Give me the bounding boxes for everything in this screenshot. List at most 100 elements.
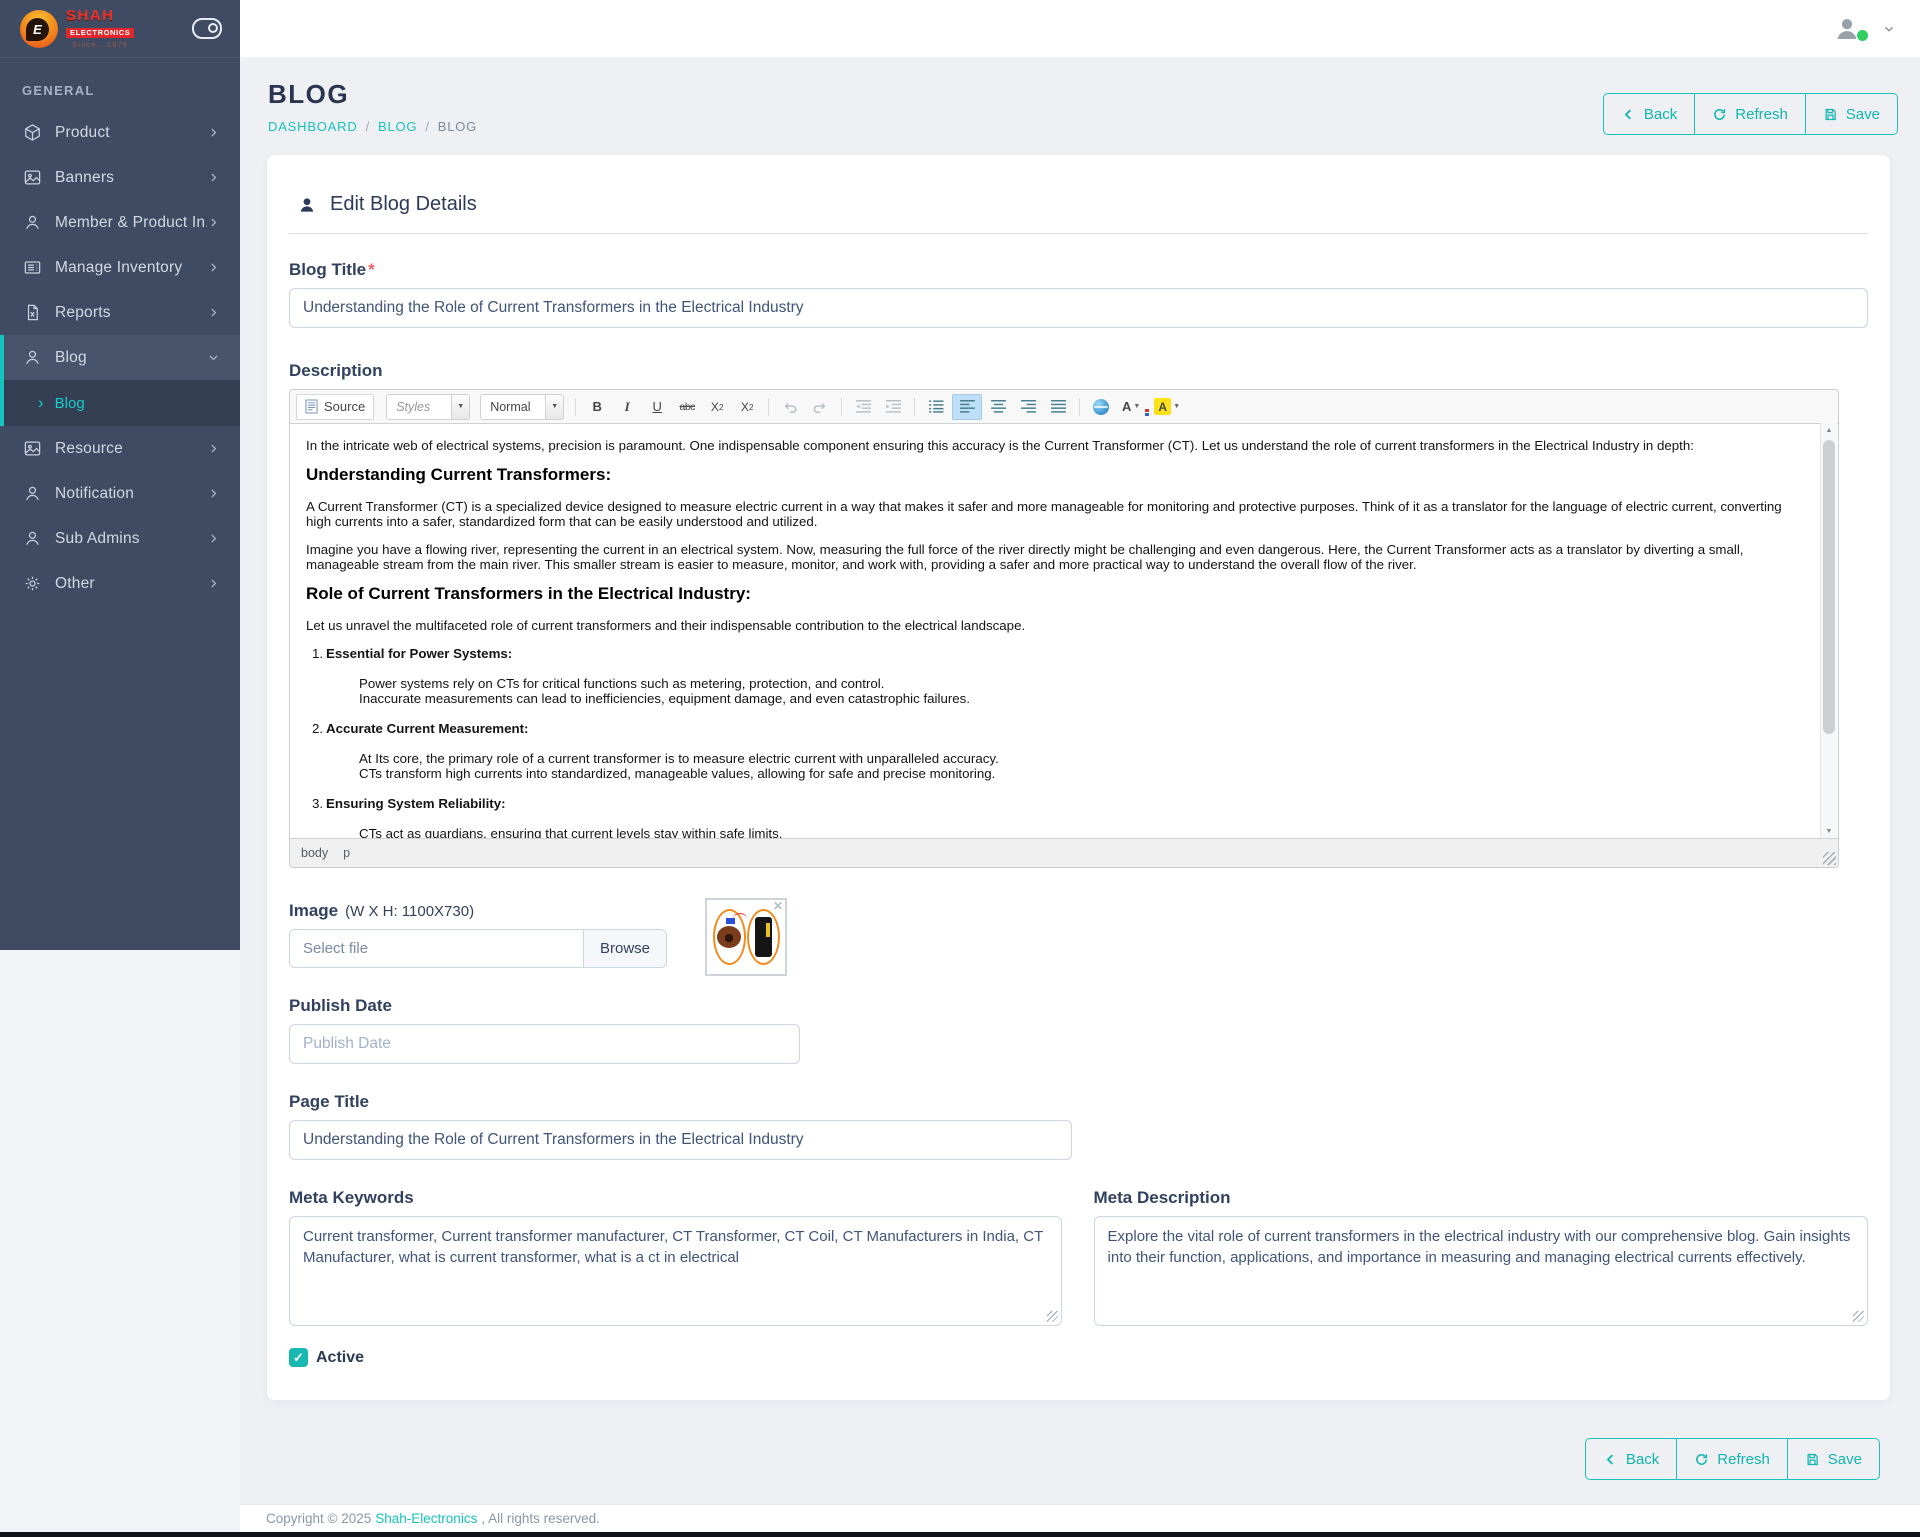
image-icon bbox=[22, 168, 42, 187]
align-right-button[interactable] bbox=[1014, 395, 1042, 419]
refresh-icon bbox=[1714, 108, 1726, 120]
sidebar-item-product[interactable]: Product bbox=[0, 110, 240, 155]
top-action-buttons: Back Refresh Save bbox=[1602, 93, 1898, 135]
undo-button[interactable] bbox=[776, 395, 804, 419]
numbered-list-button[interactable] bbox=[922, 395, 950, 419]
page-title-label: Page Title bbox=[289, 1092, 369, 1111]
indent-button[interactable] bbox=[879, 395, 907, 419]
justify-button[interactable] bbox=[1044, 395, 1072, 419]
toolbar-separator bbox=[768, 397, 770, 416]
format-dropdown[interactable]: Normal ▼ bbox=[480, 393, 565, 420]
chevron-right-icon bbox=[207, 532, 220, 545]
italic-button[interactable]: I bbox=[613, 395, 641, 419]
sidebar-item-member-product-in[interactable]: Member & Product In... bbox=[0, 200, 240, 245]
sidebar-header: E SHAH ELECTRONICS Since...1976 bbox=[0, 0, 240, 58]
edit-blog-card: Edit Blog Details Blog Title * Understand… bbox=[267, 155, 1890, 1400]
back-button[interactable]: Back bbox=[1584, 1438, 1678, 1480]
blog-title-label: Blog Title * bbox=[289, 260, 375, 279]
list-item-line: Power systems rely on CTs for critical f… bbox=[359, 676, 885, 691]
superscript-button[interactable]: X2 bbox=[733, 395, 761, 419]
thumbnail-ct-right bbox=[746, 909, 780, 965]
sidebar-submenu: › Blog bbox=[4, 380, 240, 426]
source-button[interactable]: Source bbox=[296, 393, 375, 420]
person-icon bbox=[297, 195, 317, 215]
sidebar-group-notification: Notification bbox=[0, 471, 240, 516]
sidebar-item-sub-admins[interactable]: Sub Admins bbox=[0, 516, 240, 561]
sidebar-group-resource: Resource bbox=[0, 426, 240, 471]
meta-keywords-textarea[interactable]: Current transformer, Current transformer… bbox=[289, 1216, 1062, 1326]
brand-monogram: E bbox=[26, 17, 49, 41]
blog-title-input[interactable]: Understanding the Role of Current Transf… bbox=[289, 288, 1868, 328]
path-body[interactable]: body bbox=[301, 846, 328, 860]
copyright-text: Copyright © 2025 bbox=[266, 1511, 372, 1526]
meta-row: Meta Keywords Current transformer, Curre… bbox=[289, 1188, 1868, 1326]
sidebar-item-resource[interactable]: Resource bbox=[0, 426, 240, 471]
justify-icon bbox=[1050, 400, 1066, 413]
meta-description-textarea[interactable]: Explore the vital role of current transf… bbox=[1093, 1216, 1868, 1326]
align-center-button[interactable] bbox=[984, 395, 1012, 419]
active-checkbox[interactable] bbox=[289, 1348, 308, 1367]
sidebar-item-banners[interactable]: Banners bbox=[0, 155, 240, 200]
breadcrumb-item-dashboard-0[interactable]: DASHBOARD bbox=[268, 119, 358, 134]
scroll-up-icon[interactable]: ▲ bbox=[1821, 423, 1837, 438]
styles-dropdown[interactable]: Styles ▼ bbox=[386, 393, 471, 420]
breadcrumb-item-blog-1[interactable]: BLOG bbox=[378, 119, 417, 134]
redo-button[interactable] bbox=[806, 395, 834, 419]
align-left-button[interactable] bbox=[952, 393, 983, 420]
publish-date-input[interactable]: Publish Date bbox=[289, 1024, 800, 1064]
image-size-hint: (W X H: 1100X730) bbox=[345, 903, 475, 920]
save-button[interactable]: Save bbox=[1805, 93, 1898, 135]
report-icon bbox=[22, 303, 42, 322]
back-button[interactable]: Back bbox=[1602, 93, 1696, 135]
text-color-button[interactable]: A ▼ bbox=[1117, 395, 1150, 419]
refresh-button[interactable]: Refresh bbox=[1695, 93, 1806, 135]
bg-color-button[interactable]: A ▼ bbox=[1151, 395, 1183, 419]
textarea-resize-grip[interactable] bbox=[1046, 1311, 1058, 1322]
scroll-down-icon[interactable]: ▼ bbox=[1821, 824, 1837, 839]
sidebar-item-manage-inventory[interactable]: Manage Inventory bbox=[0, 245, 240, 290]
brand-tagline: Since...1976 bbox=[72, 40, 129, 50]
refresh-button[interactable]: Refresh bbox=[1677, 1438, 1788, 1480]
sidebar-item-label: Other bbox=[55, 574, 95, 592]
editor-resize-grip[interactable] bbox=[1823, 852, 1836, 865]
copyright-suffix: , All rights reserved. bbox=[481, 1511, 600, 1526]
brand-logo-icon: E bbox=[20, 9, 58, 48]
sidebar: E SHAH ELECTRONICS Since...1976 GENERAL … bbox=[0, 0, 240, 950]
link-button[interactable] bbox=[1087, 395, 1115, 419]
sidebar-nav: Product Banners Member & Product In... Mana… bbox=[0, 110, 240, 606]
save-button[interactable]: Save bbox=[1787, 1438, 1880, 1480]
textarea-resize-grip[interactable] bbox=[1853, 1311, 1864, 1322]
outdent-button[interactable] bbox=[849, 395, 877, 419]
topbar-user-area bbox=[1832, 0, 1896, 57]
editor-list-item: 3. Ensuring System Reliability: CTs act as… bbox=[306, 796, 1807, 839]
strikethrough-button[interactable]: abc bbox=[673, 395, 701, 419]
chevron-right-icon: › bbox=[38, 392, 44, 412]
sidebar-group-other: Other bbox=[0, 561, 240, 606]
scrollbar-thumb[interactable] bbox=[1823, 440, 1835, 734]
remove-image-icon[interactable]: ✕ bbox=[773, 899, 783, 913]
editor-content-area[interactable]: In the intricate web of electrical syste… bbox=[290, 423, 1821, 839]
user-menu-chevron-down-icon[interactable] bbox=[1882, 22, 1896, 36]
sidebar-item-reports[interactable]: Reports bbox=[0, 290, 240, 335]
path-p[interactable]: p bbox=[343, 846, 350, 860]
refresh-icon bbox=[1696, 1453, 1708, 1465]
sidebar-item-blog[interactable]: Blog bbox=[4, 335, 240, 380]
browse-button[interactable]: Browse bbox=[583, 930, 666, 967]
sidebar-item-other[interactable]: Other bbox=[0, 561, 240, 606]
save-icon bbox=[1807, 1453, 1818, 1465]
sidebar-subitem-blog[interactable]: › Blog bbox=[4, 384, 240, 422]
user-avatar[interactable] bbox=[1832, 14, 1868, 44]
toolbar-separator bbox=[841, 397, 843, 416]
list-item-line: CTs transform high currents into standar… bbox=[359, 766, 996, 781]
user-icon bbox=[22, 348, 42, 367]
page-title-input[interactable]: Understanding the Role of Current Transf… bbox=[289, 1120, 1072, 1160]
bold-button[interactable]: B bbox=[583, 395, 611, 419]
sidebar-toggle-icon[interactable] bbox=[192, 18, 222, 39]
chevron-right-icon bbox=[207, 171, 220, 184]
outdent-icon bbox=[855, 400, 871, 413]
sidebar-item-notification[interactable]: Notification bbox=[0, 471, 240, 516]
underline-button[interactable]: U bbox=[643, 395, 671, 419]
footer-brand-link[interactable]: Shah-Electronics bbox=[375, 1511, 477, 1526]
file-input[interactable]: Select file bbox=[290, 930, 583, 967]
subscript-button[interactable]: X2 bbox=[703, 395, 731, 419]
